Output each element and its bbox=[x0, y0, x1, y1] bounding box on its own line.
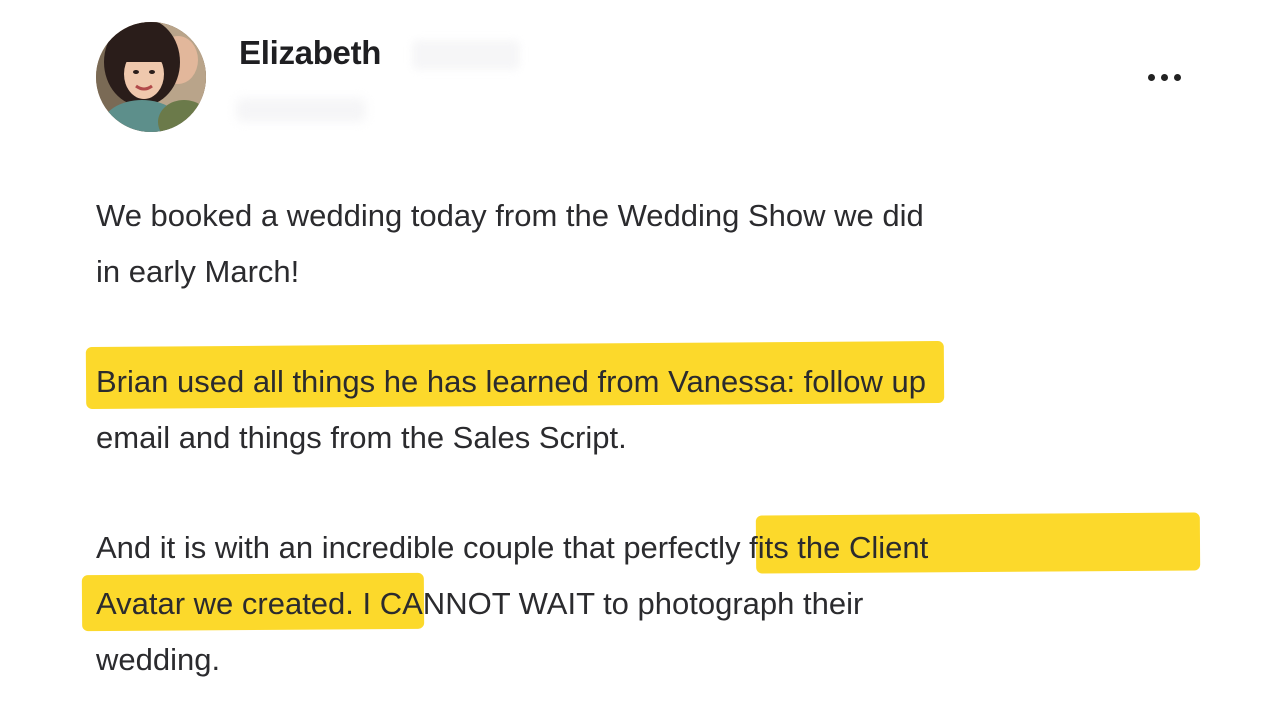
post-card: Elizabeth We booked a wedding today from… bbox=[0, 0, 1280, 720]
paragraph-line: in early March! bbox=[96, 254, 300, 289]
highlighted-text: perfectly fits the Client bbox=[623, 530, 929, 565]
author-avatar[interactable] bbox=[96, 22, 206, 132]
paragraph-line: And it is with an incredible couple that… bbox=[96, 530, 929, 565]
avatar-photo bbox=[96, 22, 206, 132]
paragraph-line: We booked a wedding today from the Weddi… bbox=[96, 198, 924, 233]
paragraph-line: wedding. bbox=[96, 642, 221, 677]
more-horizontal-icon bbox=[1147, 73, 1155, 81]
redacted-post-meta bbox=[236, 98, 366, 122]
more-options-button[interactable] bbox=[1138, 62, 1190, 92]
more-horizontal-icon bbox=[1173, 73, 1181, 81]
redacted-surname bbox=[412, 40, 520, 70]
post-paragraph-1: We booked a wedding today from the Weddi… bbox=[96, 188, 924, 300]
post-paragraph-2: Brian used all things he has learned fro… bbox=[96, 354, 926, 466]
post-paragraph-3: And it is with an incredible couple that… bbox=[96, 520, 928, 688]
author-name[interactable]: Elizabeth bbox=[239, 34, 381, 72]
paragraph-line: Avatar we created. I CANNOT WAIT to phot… bbox=[96, 586, 864, 621]
more-horizontal-icon bbox=[1160, 73, 1168, 81]
paragraph-line: email and things from the Sales Script. bbox=[96, 420, 627, 455]
highlighted-text: Brian used all things he has learned fro… bbox=[96, 364, 787, 399]
highlighted-text: Avatar we created. bbox=[96, 586, 354, 621]
paragraph-line: Brian used all things he has learned fro… bbox=[96, 364, 927, 399]
